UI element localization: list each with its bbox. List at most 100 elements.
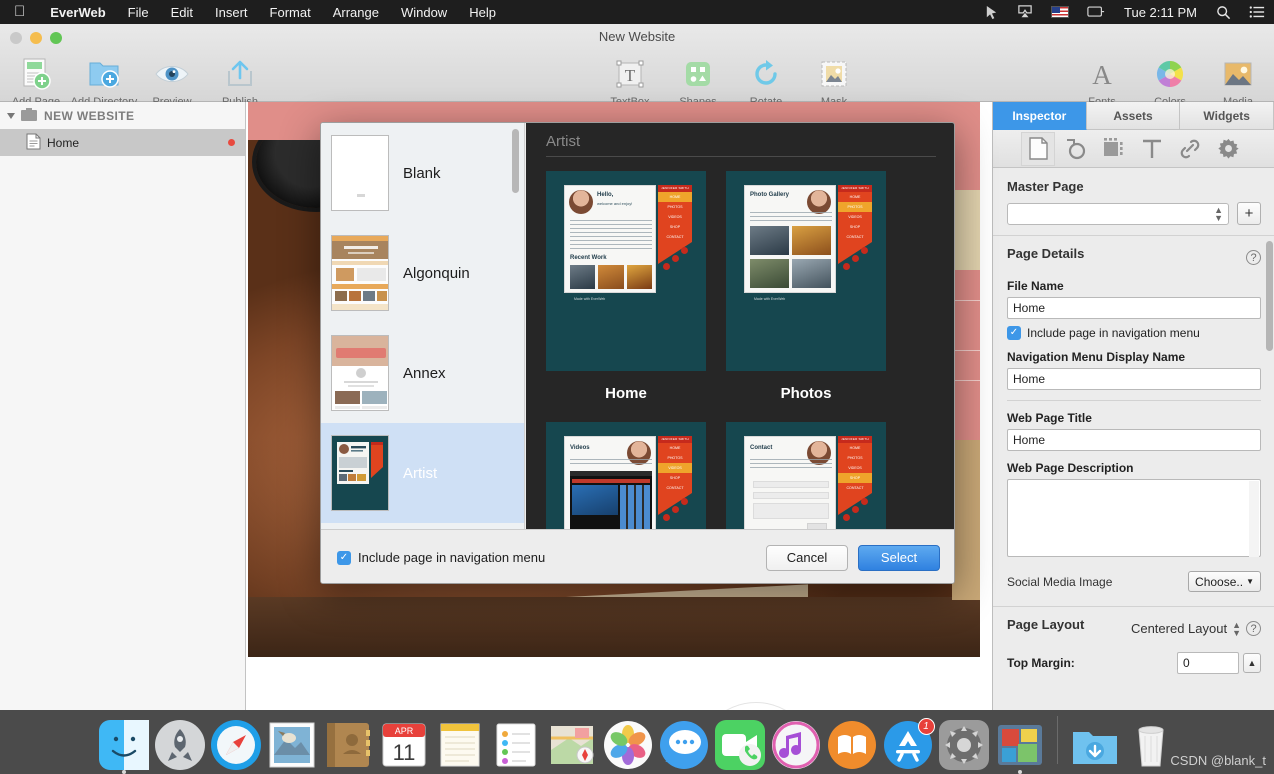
dock-item-downloads-folder[interactable] — [1070, 720, 1120, 770]
page-icon[interactable] — [1021, 132, 1055, 166]
menu-item-edit[interactable]: Edit — [160, 5, 204, 20]
menu-item-help[interactable]: Help — [458, 5, 507, 20]
template-chooser-dialog[interactable]: Blank — [320, 122, 955, 584]
shapes-button[interactable]: Shapes — [664, 54, 732, 108]
toolbar-left-group: Add Page Add Directory — [2, 54, 274, 108]
dock-item-everweb[interactable] — [995, 720, 1045, 770]
cursor-icon[interactable] — [975, 5, 1008, 20]
apple-logo-icon[interactable]:  — [0, 4, 39, 19]
page-layout-stepper-icon[interactable]: ▲▼ — [1232, 621, 1241, 637]
dock-item-notes[interactable] — [435, 720, 485, 770]
gear-icon[interactable] — [1211, 132, 1245, 166]
template-item-artist[interactable]: Artist — [321, 423, 524, 523]
colors-button[interactable]: Colors — [1136, 54, 1204, 108]
dock-item-safari[interactable] — [211, 720, 261, 770]
dock-item-reminders[interactable] — [491, 720, 541, 770]
keyboard-flag-icon[interactable] — [1042, 6, 1078, 18]
textbox-button[interactable]: T TextBox — [596, 54, 664, 108]
airplay-icon[interactable] — [1008, 5, 1042, 19]
publish-button[interactable]: Publish — [206, 54, 274, 108]
dock-item-ibooks[interactable] — [827, 720, 877, 770]
dock-item-app-store[interactable]: 1 — [883, 720, 933, 770]
web-page-description-textarea[interactable] — [1007, 479, 1261, 557]
dock-item-system-preferences[interactable] — [939, 720, 989, 770]
dock-item-facetime[interactable] — [715, 720, 765, 770]
ribbon-nav-videos: VIDEOS — [658, 463, 692, 473]
link-icon[interactable] — [1173, 132, 1207, 166]
nav-display-name-input[interactable]: Home — [1007, 368, 1261, 390]
display-icon[interactable] — [1078, 6, 1114, 19]
menu-item-insert[interactable]: Insert — [204, 5, 259, 20]
media-button[interactable]: Media — [1204, 54, 1272, 108]
mac-menu-bar:  EverWeb File Edit Insert Format Arrang… — [0, 0, 1274, 24]
top-margin-input[interactable]: 0 — [1177, 652, 1239, 674]
tab-inspector[interactable]: Inspector — [993, 102, 1087, 130]
dock-item-contacts[interactable] — [323, 720, 373, 770]
dock-item-maps[interactable] — [547, 720, 597, 770]
preview-thumbnail-videos: Videos JENNIFER SMITH HOME PHOT — [546, 422, 706, 529]
fonts-button[interactable]: A Fonts — [1068, 54, 1136, 108]
top-margin-stepper[interactable]: ▲ — [1243, 653, 1261, 673]
disclosure-triangle-icon[interactable] — [7, 113, 15, 119]
dock-item-trash[interactable] — [1126, 720, 1176, 770]
dock-item-photos[interactable] — [603, 720, 653, 770]
page-layout-help-icon[interactable]: ? — [1246, 621, 1261, 636]
menu-item-window[interactable]: Window — [390, 5, 458, 20]
dock-item-launchpad[interactable] — [155, 720, 205, 770]
tab-widgets[interactable]: Widgets — [1180, 102, 1274, 130]
dock-item-messages[interactable] — [659, 720, 709, 770]
preview-cell-videos[interactable]: Videos JENNIFER SMITH HOME PHOT — [546, 422, 706, 529]
add-directory-button[interactable]: Add Directory — [70, 54, 138, 108]
canvas-side-nav-band[interactable] — [952, 140, 980, 600]
sidebar-root-new-website[interactable]: NEW WEBSITE — [0, 102, 245, 129]
menu-item-format[interactable]: Format — [259, 5, 322, 20]
preview-cell-home[interactable]: Hello, welcome and enjoy! Recent Work JE… — [546, 171, 706, 402]
web-page-title-input[interactable]: Home — [1007, 429, 1261, 451]
mask-icon — [819, 54, 849, 94]
dock-item-calendar[interactable]: APR11 — [379, 720, 429, 770]
template-item-algonquin[interactable]: Algonquin — [321, 223, 524, 323]
template-preview-title: Artist — [526, 123, 955, 156]
menu-item-everweb[interactable]: EverWeb — [39, 5, 116, 20]
add-master-page-button[interactable]: + — [1237, 202, 1261, 225]
page-layout-value[interactable]: Centered Layout — [1131, 621, 1227, 636]
template-list-scrollbar-thumb[interactable] — [512, 129, 519, 193]
master-page-select[interactable]: ▲▼ — [1007, 203, 1229, 225]
mask-button[interactable]: Mask — [800, 54, 868, 108]
sidebar-item-home[interactable]: Home — [0, 129, 245, 156]
select-button[interactable]: Select — [858, 545, 940, 571]
template-item-annex[interactable]: Annex — [321, 323, 524, 423]
notification-center-icon[interactable] — [1240, 5, 1274, 19]
page-details-help-icon[interactable]: ? — [1246, 250, 1261, 265]
menu-item-file[interactable]: File — [117, 5, 160, 20]
shape-icon[interactable] — [1059, 132, 1093, 166]
menu-item-arrange[interactable]: Arrange — [322, 5, 390, 20]
menubar-clock[interactable]: Tue 2:11 PM — [1114, 5, 1207, 20]
inspector-scrollbar-thumb[interactable] — [1266, 241, 1273, 351]
layout-grid-icon[interactable] — [1097, 132, 1131, 166]
tab-assets[interactable]: Assets — [1087, 102, 1181, 130]
dock-item-finder[interactable] — [99, 720, 149, 770]
preview-button[interactable]: Preview — [138, 54, 206, 108]
dialog-include-nav-checkbox[interactable]: ✓ — [337, 551, 351, 565]
template-list[interactable]: Blank — [321, 123, 525, 529]
preview-cell-contact[interactable]: Contact JENNIFER SMITH HOME PHO — [726, 422, 886, 529]
canvas-footer-area[interactable] — [248, 657, 980, 710]
include-nav-checkbox[interactable]: ✓ — [1007, 326, 1021, 340]
cancel-button[interactable]: Cancel — [766, 545, 848, 571]
social-icon-2 — [672, 506, 679, 513]
avatar — [569, 190, 593, 214]
text-icon[interactable] — [1135, 132, 1169, 166]
preview-cell-photos[interactable]: Photo Gallery JENNIFER SMITH HOME PHOTOS… — [726, 171, 886, 402]
file-name-input[interactable]: Home — [1007, 297, 1261, 319]
social-media-image-choose-button[interactable]: Choose.. ▼ — [1188, 571, 1261, 592]
search-icon[interactable] — [1207, 5, 1240, 20]
add-page-button[interactable]: Add Page — [2, 54, 70, 108]
dock-item-itunes[interactable] — [771, 720, 821, 770]
rotate-button[interactable]: Rotate — [732, 54, 800, 108]
preview-thumbnail-home: Hello, welcome and enjoy! Recent Work JE… — [546, 171, 706, 371]
include-nav-checkbox-row[interactable]: ✓ Include page in navigation menu — [1007, 326, 1261, 340]
template-item-blank[interactable]: Blank — [321, 123, 524, 223]
dock-item-mail[interactable] — [267, 720, 317, 770]
description-scrollbar[interactable] — [1249, 481, 1259, 557]
